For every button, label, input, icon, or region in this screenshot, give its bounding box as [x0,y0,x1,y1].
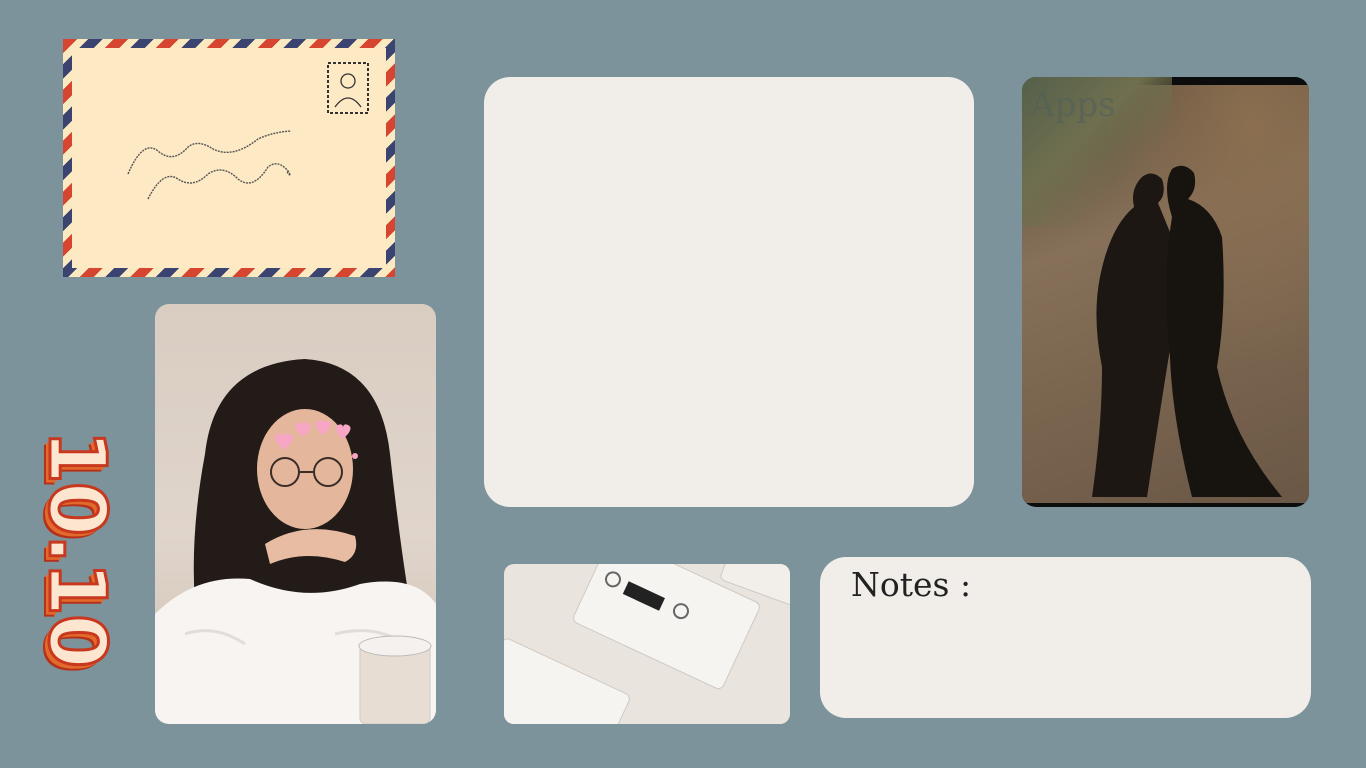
envelope-icon [127,62,369,200]
notes-card: Notes : [820,557,1311,718]
shadow-couple-photo: Apps [1022,77,1309,507]
blank-card [484,77,974,507]
watermark-text: Apps [1030,85,1116,125]
envelope-sticker [63,39,395,277]
cassette-photo [504,564,790,724]
notes-title: Notes : [851,565,972,604]
stamp-icon [327,62,369,114]
portrait-photo [155,304,436,724]
date-sticker: 10.10 [30,428,123,668]
